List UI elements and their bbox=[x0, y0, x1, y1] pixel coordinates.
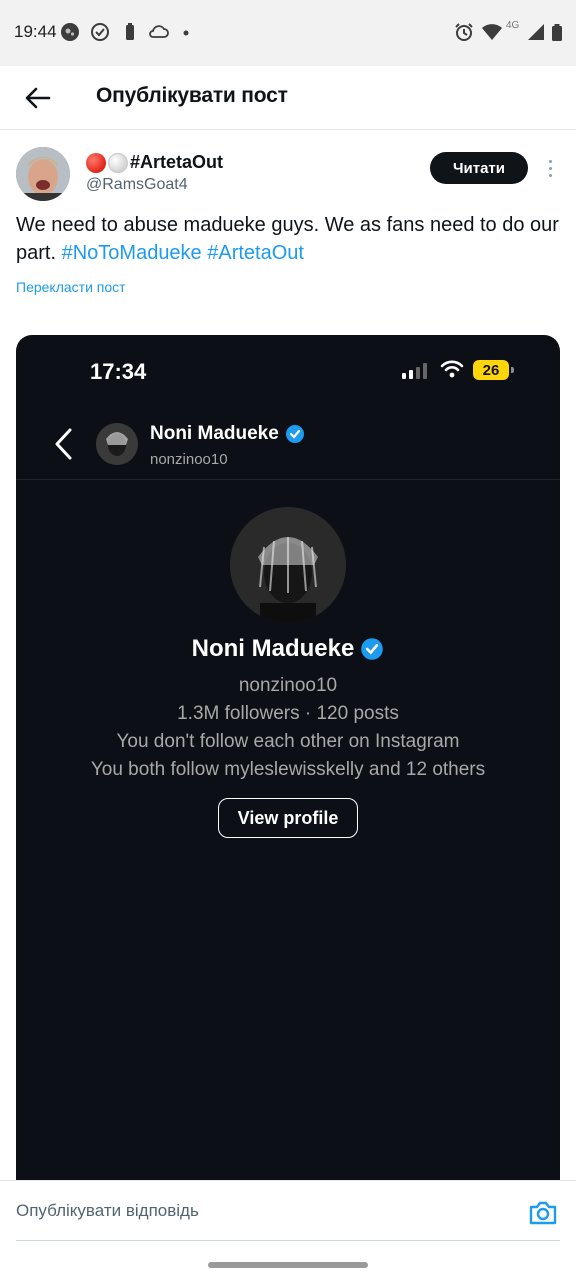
image-profile-handle: nonzinoo10 bbox=[238, 675, 338, 696]
reply-bar: Опублікувати відповідь bbox=[0, 1180, 576, 1242]
post-header: #ArtetaOut @RamsGoat4 Читати bbox=[0, 140, 576, 210]
image-back-icon bbox=[55, 428, 72, 460]
image-view-profile-button: View profile bbox=[218, 798, 358, 838]
more-options-icon[interactable] bbox=[540, 154, 560, 182]
post-text: We need to abuse madueke guys. We as fan… bbox=[16, 211, 560, 267]
author-display-name[interactable]: #ArtetaOut bbox=[86, 152, 223, 173]
red-circle-icon bbox=[86, 152, 106, 173]
app-icon bbox=[60, 22, 80, 42]
battery-icon bbox=[550, 22, 570, 42]
image-profile-name: Noni Madueke bbox=[16, 635, 560, 663]
signal-icon bbox=[526, 22, 546, 42]
image-signal-icon bbox=[402, 363, 427, 379]
page-title: Опублікувати пост bbox=[96, 84, 288, 107]
network-type: 4G bbox=[506, 20, 520, 31]
status-bar: 19:44 4G bbox=[0, 0, 576, 66]
app-header: Опублікувати пост bbox=[0, 66, 576, 130]
translate-link[interactable]: Перекласти пост bbox=[16, 279, 126, 295]
home-indicator[interactable] bbox=[208, 1262, 368, 1268]
wifi-icon bbox=[481, 22, 502, 42]
image-mutual-follows: You both follow myleslewisskelly and 12 … bbox=[90, 759, 486, 780]
post-image[interactable]: 17:34 26 Noni Madueke nonzinoo10 Noni Ma… bbox=[16, 335, 560, 1195]
white-circle-icon bbox=[108, 152, 128, 173]
verified-icon bbox=[361, 638, 384, 660]
back-button[interactable] bbox=[20, 80, 56, 116]
reply-input[interactable]: Опублікувати відповідь bbox=[16, 1181, 560, 1241]
camera-icon[interactable] bbox=[528, 1200, 558, 1226]
image-profile-name-text: Noni Madueke bbox=[191, 635, 355, 662]
status-time: 19:44 bbox=[14, 22, 57, 41]
image-divider bbox=[16, 479, 560, 480]
image-profile-stats: 1.3M followers · 120 posts bbox=[177, 703, 399, 724]
hashtag-link[interactable]: #ArtetaOut bbox=[207, 242, 304, 264]
image-header-avatar bbox=[96, 423, 138, 465]
image-battery-icon: 26 bbox=[473, 360, 514, 380]
system-nav-bar bbox=[0, 1242, 576, 1280]
image-profile-avatar bbox=[230, 507, 346, 623]
check-circle-icon bbox=[90, 22, 110, 42]
image-follow-status: You don't follow each other on Instagram bbox=[116, 731, 460, 752]
arrow-left-icon bbox=[25, 87, 51, 109]
hashtag-link[interactable]: #NoToMadueke bbox=[62, 242, 202, 264]
cloud-icon bbox=[148, 22, 169, 42]
image-wifi-icon bbox=[440, 360, 464, 378]
dot-icon bbox=[180, 22, 200, 42]
alarm-icon bbox=[454, 22, 474, 42]
image-phone-time: 17:34 bbox=[90, 359, 147, 384]
image-header-name-text: Noni Madueke bbox=[150, 423, 279, 444]
verified-icon bbox=[285, 425, 304, 443]
battery-saver-icon bbox=[120, 22, 140, 42]
author-handle[interactable]: @RamsGoat4 bbox=[86, 176, 188, 194]
author-avatar[interactable] bbox=[16, 147, 70, 201]
follow-button[interactable]: Читати bbox=[430, 152, 528, 184]
author-name-text: #ArtetaOut bbox=[130, 152, 224, 172]
image-header-name: Noni Madueke bbox=[150, 423, 305, 445]
image-header-handle: nonzinoo10 bbox=[150, 451, 228, 468]
